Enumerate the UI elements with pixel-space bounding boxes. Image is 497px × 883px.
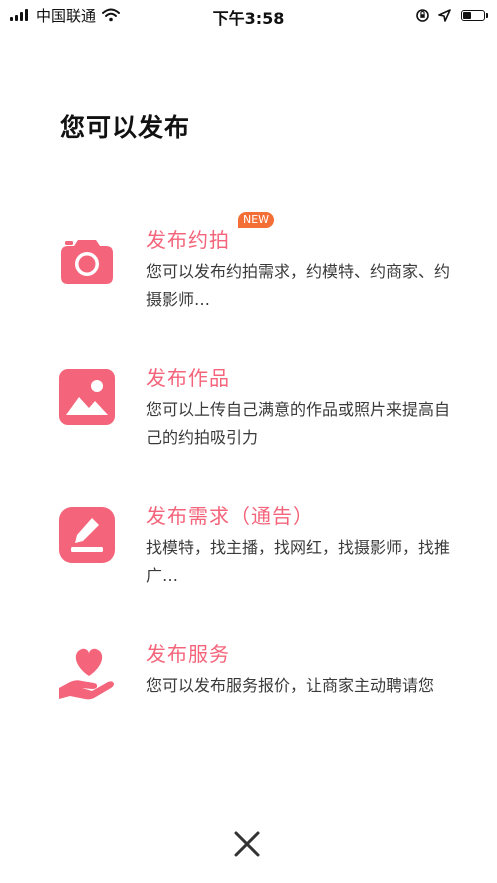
option-description: 您可以发布约拍需求，约模特、约商家、约摄影师… <box>146 262 451 309</box>
edit-icon <box>56 504 118 566</box>
option-description: 您可以上传自己满意的作品或照片来提高自己的约拍吸引力 <box>146 400 451 447</box>
orientation-lock-icon <box>416 8 429 22</box>
status-right <box>407 5 488 25</box>
option-title: 发布约拍 <box>146 228 230 252</box>
option-title: 发布需求（通告） <box>146 504 314 528</box>
status-bar: 中国联通 下午3:58 <box>0 0 497 30</box>
page-title: 您可以发布 <box>60 113 191 142</box>
new-badge: NEW <box>238 212 275 228</box>
location-arrow-icon <box>438 8 451 22</box>
camera-icon <box>56 228 118 290</box>
close-button[interactable] <box>229 826 265 862</box>
option-description: 您可以发布服务报价，让商家主动聘请您 <box>146 676 435 695</box>
heart-hand-icon <box>56 642 118 704</box>
battery-icon <box>461 9 488 21</box>
close-icon <box>234 831 260 857</box>
publish-works-option[interactable]: 发布作品 您可以上传自己满意的作品或照片来提高自己的约拍吸引力 <box>50 364 470 474</box>
publish-request-option[interactable]: 发布需求（通告） 找模特，找主播，找网红，找摄影师，找推广… <box>50 502 470 612</box>
option-title: 发布作品 <box>146 366 230 390</box>
option-title: 发布服务 <box>146 642 230 666</box>
publish-shoot-option[interactable]: 发布约拍 NEW 您可以发布约拍需求，约模特、约商家、约摄影师… <box>50 212 470 336</box>
image-icon <box>56 366 118 428</box>
battery-fill <box>463 11 471 19</box>
publish-service-option[interactable]: 发布服务 您可以发布服务报价，让商家主动聘请您 <box>50 640 470 750</box>
option-description: 找模特，找主播，找网红，找摄影师，找推广… <box>146 538 451 585</box>
